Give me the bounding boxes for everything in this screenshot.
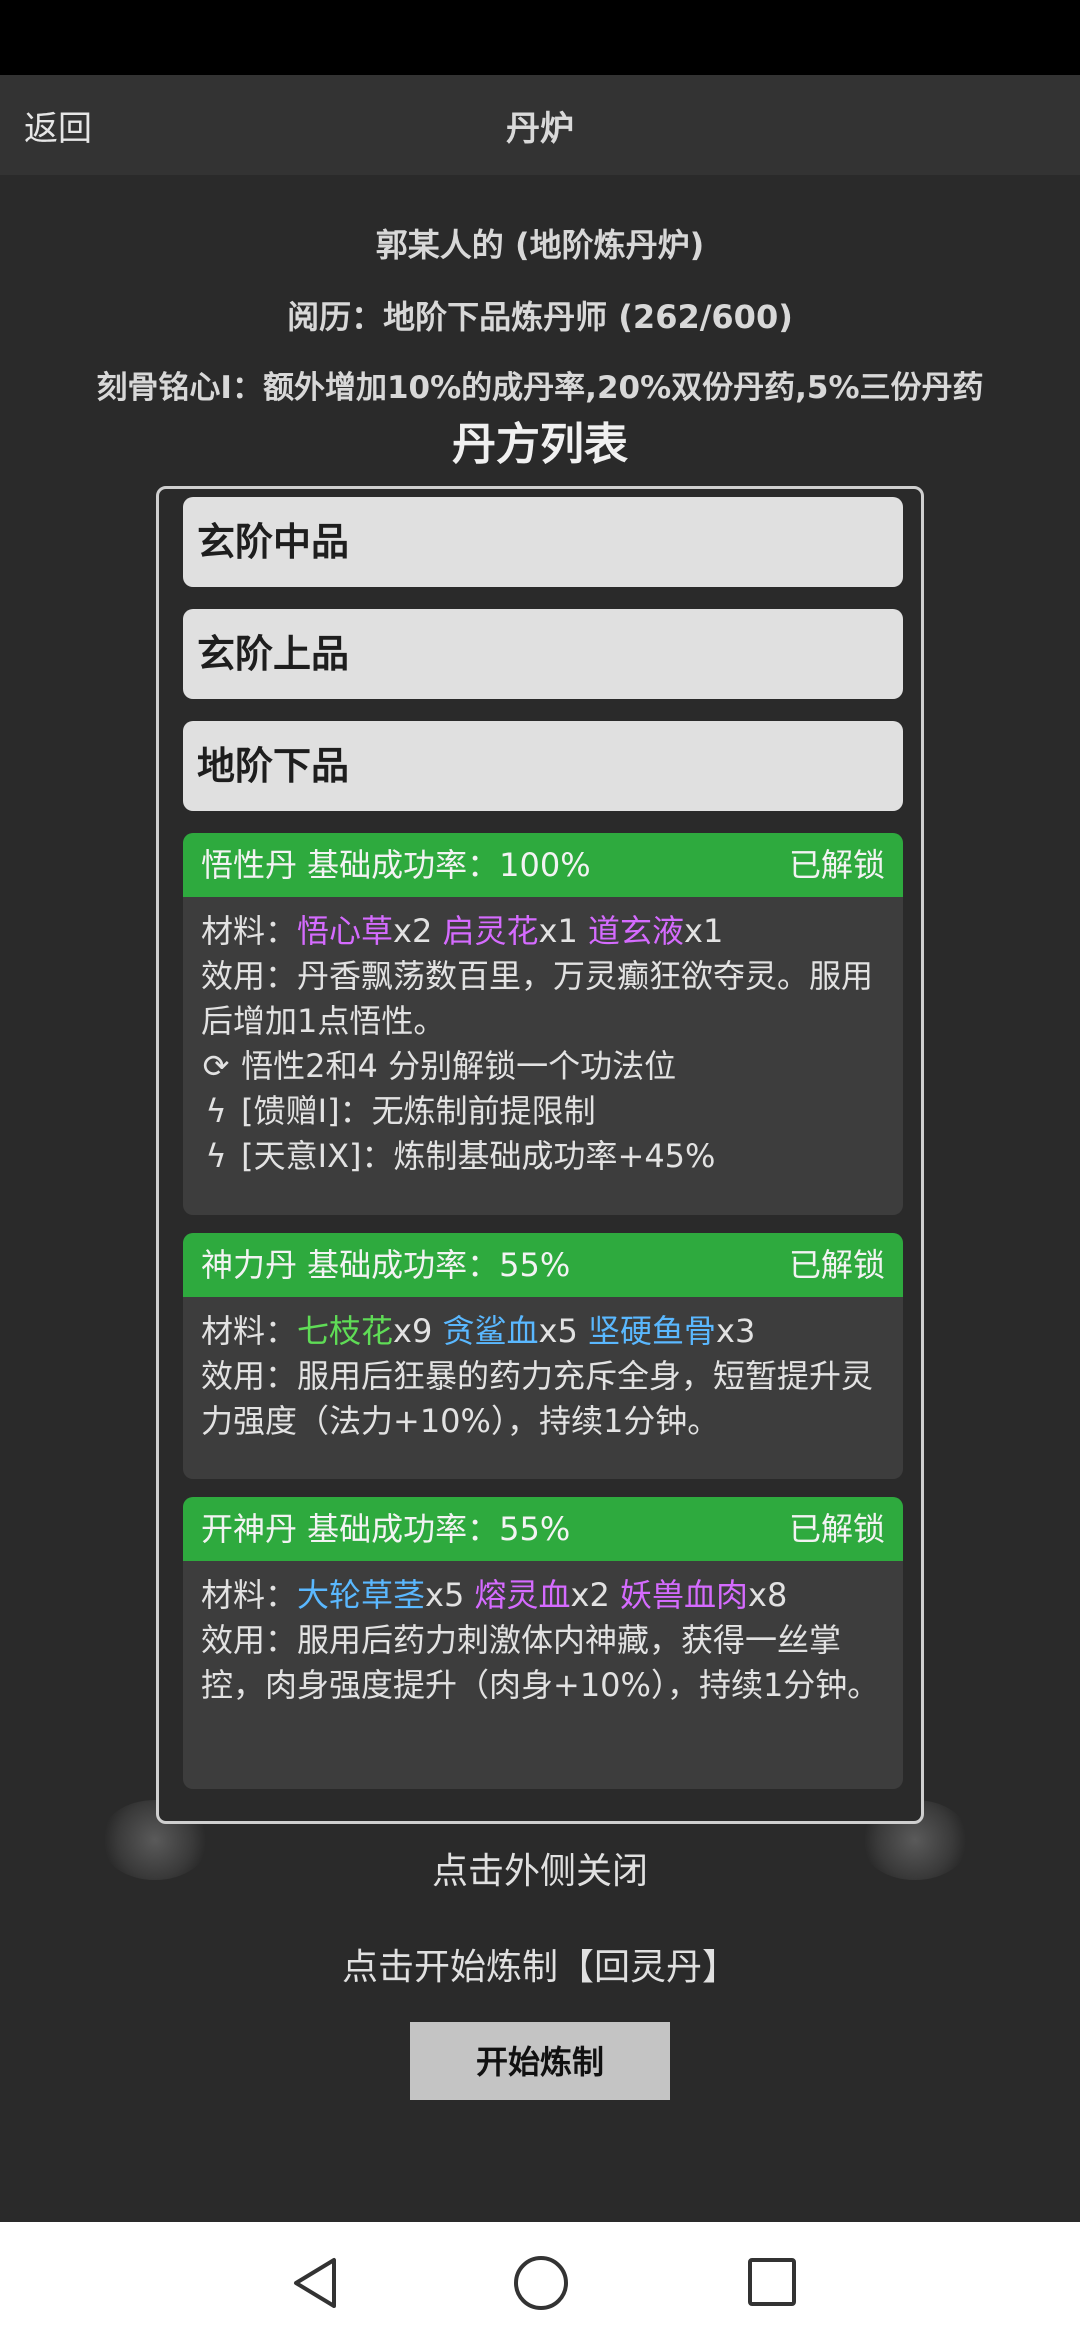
effect-text: 效用：服用后药力刺激体内神藏，获得一丝掌控，肉身强度提升（肉身+10%），持续1… — [201, 1621, 880, 1704]
material-qty: x9 — [393, 1312, 433, 1350]
nav-recent-icon[interactable] — [748, 2258, 796, 2306]
unlock-status: 已解锁 — [788, 1510, 885, 1548]
materials-line: 材料：大轮草茎x5 熔灵血x2 妖兽血肉x8 — [201, 1573, 885, 1618]
top-bar: 返回 丹炉 — [0, 75, 1080, 175]
recipe-card[interactable]: 悟性丹 基础成功率：100% 已解锁 材料：悟心草x2 启灵花x1 道玄液x1 … — [183, 833, 903, 1215]
recipe-body: 材料：悟心草x2 启灵花x1 道玄液x1 效用：丹香飘荡数百里，万灵癫狂欲夺灵。… — [183, 897, 903, 1193]
start-refining-button[interactable]: 开始炼制 — [410, 2022, 670, 2100]
recipe-card[interactable]: 神力丹 基础成功率：55% 已解锁 材料：七枝花x9 贪鲨血x5 坚硬鱼骨x3 … — [183, 1233, 903, 1479]
unlock-status: 已解锁 — [788, 846, 885, 884]
nav-home-icon[interactable] — [514, 2256, 568, 2310]
recipe-name: 悟性丹 基础成功率：100% — [201, 846, 591, 884]
recipe-list-panel: 玄阶中品 玄阶上品 地阶下品 悟性丹 基础成功率：100% 已解锁 材料：悟心草… — [156, 486, 924, 1824]
recipe-list-title: 丹方列表 — [452, 419, 628, 470]
materials-label: 材料： — [201, 1576, 298, 1614]
recipe-header: 开神丹 基础成功率：55% 已解锁 — [183, 1497, 903, 1561]
bonus-text: 刻骨铭心I：额外增加10%的成丹率,20%双份丹药,5%三份丹药 — [96, 370, 984, 406]
material-name: 大轮草茎 — [297, 1576, 426, 1614]
material-qty: x5 — [538, 1312, 578, 1350]
refresh-icon: ⟳ — [202, 1047, 230, 1085]
materials-line: 材料：七枝花x9 贪鲨血x5 坚硬鱼骨x3 — [201, 1309, 885, 1354]
system-nav-bar — [0, 2222, 1080, 2340]
effect-text: 效用：丹香飘荡数百里，万灵癫狂欲夺灵。服用后增加1点悟性。 — [201, 957, 874, 1040]
note-text: [馈赠I]：无炼制前提限制 — [241, 1092, 596, 1130]
recipe-name: 开神丹 基础成功率：55% — [201, 1510, 571, 1548]
note-text: 悟性2和4 分别解锁一个功法位 — [241, 1047, 677, 1085]
recipe-header: 悟性丹 基础成功率：100% 已解锁 — [183, 833, 903, 897]
material-name: 熔灵血 — [474, 1576, 571, 1614]
note-line: ϟ [馈赠I]：无炼制前提限制 — [201, 1089, 885, 1134]
effect-text: 效用：服用后狂暴的药力充斥全身，短暂提升灵力强度（法力+10%），持续1分钟。 — [201, 1357, 874, 1440]
recipe-body: 材料：大轮草茎x5 熔灵血x2 妖兽血肉x8 效用：服用后药力刺激体内神藏，获得… — [183, 1561, 903, 1722]
category-xuan-mid[interactable]: 玄阶中品 — [183, 497, 903, 587]
recipe-name: 神力丹 基础成功率：55% — [201, 1246, 571, 1284]
material-name: 悟心草 — [297, 912, 394, 950]
lightning-icon: ϟ — [205, 1092, 227, 1130]
materials-label: 材料： — [201, 1312, 298, 1350]
page-title: 丹炉 — [506, 109, 574, 149]
experience-text: 阅历：地阶下品炼丹师 (262/600) — [287, 298, 793, 336]
recipe-card[interactable]: 开神丹 基础成功率：55% 已解锁 材料：大轮草茎x5 熔灵血x2 妖兽血肉x8… — [183, 1497, 903, 1789]
material-name: 道玄液 — [587, 912, 684, 950]
material-qty: x1 — [538, 912, 578, 950]
start-hint: 点击开始炼制【回灵丹】 — [341, 1947, 738, 1988]
material-qty: x2 — [570, 1576, 610, 1614]
note-line: ϟ [天意IX]：炼制基础成功率+45% — [201, 1134, 885, 1179]
material-qty: x5 — [425, 1576, 465, 1614]
category-xuan-high[interactable]: 玄阶上品 — [183, 609, 903, 699]
material-qty: x2 — [393, 912, 433, 950]
material-qty: x8 — [748, 1576, 788, 1614]
material-name: 七枝花 — [297, 1312, 394, 1350]
material-name: 妖兽血肉 — [619, 1576, 748, 1614]
material-name: 坚硬鱼骨 — [587, 1312, 716, 1350]
nav-back-icon[interactable] — [290, 2256, 340, 2310]
note-line: ⟳ 悟性2和4 分别解锁一个功法位 — [201, 1044, 885, 1089]
recipe-header: 神力丹 基础成功率：55% 已解锁 — [183, 1233, 903, 1297]
material-qty: x1 — [684, 912, 724, 950]
note-text: [天意IX]：炼制基础成功率+45% — [241, 1137, 716, 1175]
materials-line: 材料：悟心草x2 启灵花x1 道玄液x1 — [201, 909, 885, 954]
category-di-low[interactable]: 地阶下品 — [183, 721, 903, 811]
material-name: 启灵花 — [442, 912, 539, 950]
recipe-body: 材料：七枝花x9 贪鲨血x5 坚硬鱼骨x3 效用：服用后狂暴的药力充斥全身，短暂… — [183, 1297, 903, 1458]
material-name: 贪鲨血 — [442, 1312, 539, 1350]
lightning-icon: ϟ — [205, 1137, 227, 1175]
unlock-status: 已解锁 — [788, 1246, 885, 1284]
materials-label: 材料： — [201, 912, 298, 950]
material-qty: x3 — [716, 1312, 756, 1350]
furnace-name: 郭某人的 (地阶炼丹炉) — [375, 226, 705, 264]
status-bar — [0, 0, 1080, 75]
close-hint[interactable]: 点击外侧关闭 — [0, 1842, 1080, 1894]
